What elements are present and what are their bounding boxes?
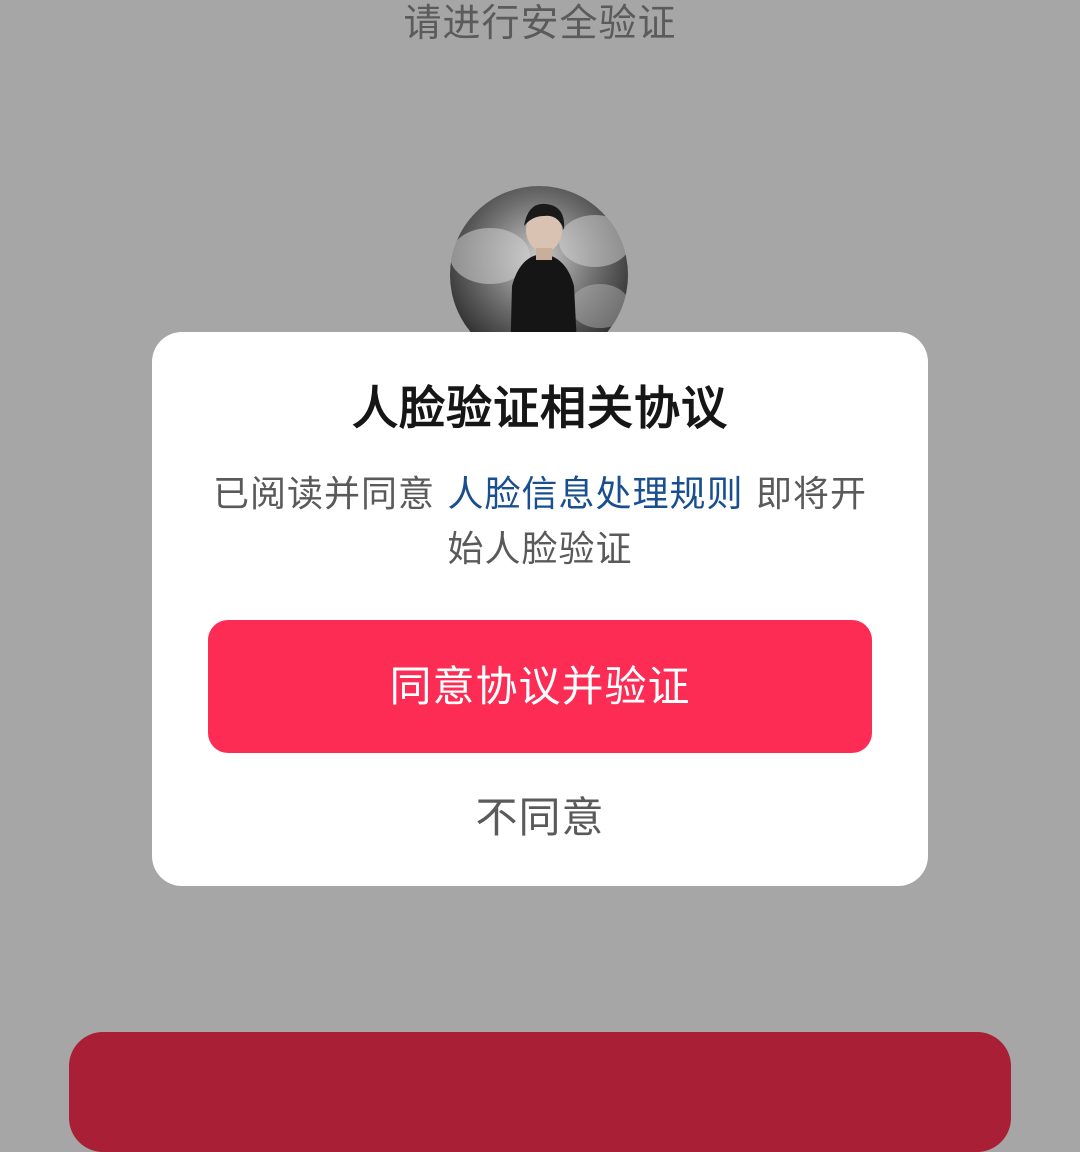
page-title: 请进行安全验证 [403,1,677,45]
face-verification-agreement-dialog: 人脸验证相关协议 已阅读并同意 人脸信息处理规则 即将开始人脸验证 同意协议并验… [152,332,928,886]
disagree-button[interactable]: 不同意 [340,788,740,848]
dialog-message: 已阅读并同意 人脸信息处理规则 即将开始人脸验证 [208,467,872,577]
face-info-rules-link[interactable]: 人脸信息处理规则 [447,474,743,515]
agree-and-verify-button[interactable]: 同意协议并验证 [208,620,872,753]
message-prefix: 已阅读并同意 [213,474,448,515]
dialog-title: 人脸验证相关协议 [352,381,728,435]
bottom-start-button[interactable] [69,1032,1011,1152]
